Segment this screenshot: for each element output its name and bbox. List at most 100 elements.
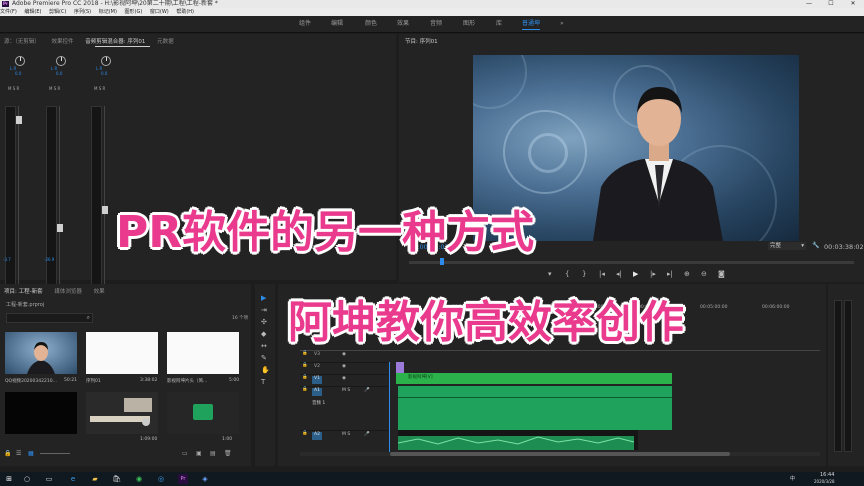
out-point-icon[interactable]: } xyxy=(582,270,586,278)
qq-icon[interactable]: ◎ xyxy=(156,474,166,484)
go-to-in-icon[interactable]: |◂ xyxy=(599,270,605,278)
eye-icon[interactable]: ◉ xyxy=(342,364,346,369)
tab-audio-clip-mixer[interactable]: 音频剪辑混合器: 序列01 xyxy=(85,39,145,45)
mic-icon[interactable]: 🎤 xyxy=(364,432,370,437)
volume-fader[interactable] xyxy=(16,106,33,301)
tab-effect-controls[interactable]: 效果控件 xyxy=(52,39,74,45)
fader-handle[interactable] xyxy=(102,206,108,214)
workspace-more-button[interactable]: » xyxy=(560,16,564,32)
menu-edit[interactable]: 编辑(E) xyxy=(24,9,41,15)
track-id[interactable]: A2 xyxy=(312,432,322,440)
menu-marker[interactable]: 标记(M) xyxy=(99,9,117,15)
tab-project[interactable]: 项目: 工程-新套 xyxy=(4,289,43,295)
lock-icon[interactable]: 🔒 xyxy=(302,431,308,436)
folder-icon[interactable]: ▤ xyxy=(210,450,216,457)
new-item-icon[interactable]: ▣ xyxy=(196,450,202,457)
menu-sequence[interactable]: 序列(S) xyxy=(74,9,91,15)
menu-window[interactable]: 窗口(W) xyxy=(150,9,169,15)
menu-clip[interactable]: 剪辑(C) xyxy=(49,9,66,15)
maximize-button[interactable]: ☐ xyxy=(822,0,840,8)
chrome-icon[interactable]: ◉ xyxy=(134,474,144,484)
eye-icon[interactable]: ◉ xyxy=(342,352,346,357)
mute-solo-record-buttons[interactable]: M S R xyxy=(94,86,105,91)
extract-icon[interactable]: ⊖ xyxy=(701,270,707,278)
workspace-graphics[interactable]: 图形 xyxy=(463,16,475,32)
photoshop-icon[interactable]: ◈ xyxy=(200,474,210,484)
menu-help[interactable]: 帮助(H) xyxy=(176,9,194,15)
in-point-icon[interactable]: { xyxy=(565,270,569,278)
lock-icon[interactable]: 🔒 xyxy=(302,351,308,356)
task-view-icon[interactable]: ▭ xyxy=(44,474,54,484)
eye-icon[interactable]: ◉ xyxy=(342,376,346,381)
lift-icon[interactable]: ⊕ xyxy=(684,270,690,278)
tab-media-browser[interactable]: 媒体浏览器 xyxy=(54,289,82,295)
pan-knob-icon[interactable] xyxy=(15,56,25,66)
new-bin-icon[interactable]: ▭ xyxy=(182,450,188,457)
tab-metadata[interactable]: 元数据 xyxy=(157,39,174,45)
mute-solo-record-buttons[interactable]: M S R xyxy=(8,86,19,91)
edge-icon[interactable]: e xyxy=(68,474,78,484)
pan-knob-icon[interactable] xyxy=(56,56,66,66)
project-thumb-black[interactable] xyxy=(5,392,77,434)
project-thumb-intro[interactable] xyxy=(167,332,239,374)
track-id[interactable]: V2 xyxy=(312,364,322,372)
clock-time[interactable]: 16:44 xyxy=(820,472,834,478)
type-tool-icon[interactable]: T xyxy=(261,378,265,386)
workspace-custom[interactable]: 普通坤 xyxy=(522,16,541,32)
step-forward-icon[interactable]: |▸ xyxy=(650,270,656,278)
fader-handle[interactable] xyxy=(16,116,22,124)
ime-indicator[interactable]: 中 xyxy=(790,475,795,482)
workspace-editing[interactable]: 编辑 xyxy=(331,16,343,32)
video-clip-v2-marker[interactable] xyxy=(396,362,404,373)
tab-source[interactable]: 源：（无剪辑） xyxy=(4,39,40,45)
track-id[interactable]: V3 xyxy=(312,352,322,360)
premiere-icon[interactable]: Pr xyxy=(178,474,188,484)
menu-file[interactable]: 文件(F) xyxy=(0,9,17,15)
audio-clip-a2[interactable] xyxy=(398,430,638,450)
export-frame-icon[interactable]: ◙ xyxy=(718,270,725,278)
clock-date[interactable]: 2020/3/28 xyxy=(814,479,835,484)
workspace-color[interactable]: 颜色 xyxy=(365,16,377,32)
windows-start-icon[interactable]: ⊞ xyxy=(4,474,14,484)
icon-view-icon[interactable]: ▦ xyxy=(28,450,34,457)
store-icon[interactable]: 🛍 xyxy=(112,474,122,484)
volume-fader[interactable] xyxy=(57,106,74,301)
select-tool-icon[interactable]: ▶ xyxy=(261,294,266,302)
lock-icon[interactable]: 🔒 xyxy=(4,450,11,457)
timeline-scrollbar[interactable] xyxy=(300,452,820,456)
workspace-effects[interactable]: 效果 xyxy=(397,16,409,32)
project-thumb-graphic[interactable] xyxy=(86,392,158,434)
tab-program[interactable]: 节目: 序列01 xyxy=(405,39,438,45)
fit-dropdown[interactable]: 完整 ▾ xyxy=(768,242,806,250)
pan-knob-icon[interactable] xyxy=(101,56,111,66)
project-thumb-sequence[interactable] xyxy=(86,332,158,374)
play-icon[interactable]: ▶ xyxy=(633,270,638,278)
project-thumb-audio[interactable] xyxy=(167,392,239,434)
track-id[interactable]: A1 xyxy=(312,388,322,396)
list-view-icon[interactable]: ☰ xyxy=(16,450,21,457)
project-thumb-video[interactable] xyxy=(5,332,77,374)
lock-icon[interactable]: 🔒 xyxy=(302,363,308,368)
video-clip-v1[interactable]: 影视阿坤[V] xyxy=(396,373,672,384)
mic-icon[interactable]: 🎤 xyxy=(364,388,370,393)
close-button[interactable]: ✕ xyxy=(844,0,862,8)
zoom-slider[interactable] xyxy=(40,453,70,454)
tab-effects[interactable]: 效果 xyxy=(94,289,105,295)
mute-solo-record-buttons[interactable]: M S R xyxy=(49,86,60,91)
hand-tool-icon[interactable]: ✋ xyxy=(261,366,270,374)
menu-graphics[interactable]: 图形(G) xyxy=(125,9,143,15)
program-scrubber[interactable] xyxy=(409,258,854,265)
workspace-libraries[interactable]: 库 xyxy=(496,16,502,32)
workspace-assembly[interactable]: 组件 xyxy=(299,16,311,32)
ripple-tool-icon[interactable]: ✣ xyxy=(261,318,267,326)
step-back-icon[interactable]: ◂| xyxy=(616,270,622,278)
fader-handle[interactable] xyxy=(57,224,63,232)
track-id[interactable]: V1 xyxy=(312,376,322,384)
trash-icon[interactable]: 🗑 xyxy=(224,450,232,457)
workspace-audio[interactable]: 音频 xyxy=(430,16,442,32)
razor-tool-icon[interactable]: ◆ xyxy=(261,330,266,338)
mute-icon[interactable]: M S xyxy=(342,388,350,393)
lock-icon[interactable]: 🔒 xyxy=(302,387,308,392)
pen-tool-icon[interactable]: ✎ xyxy=(261,354,267,362)
minimize-button[interactable]: — xyxy=(800,0,818,8)
